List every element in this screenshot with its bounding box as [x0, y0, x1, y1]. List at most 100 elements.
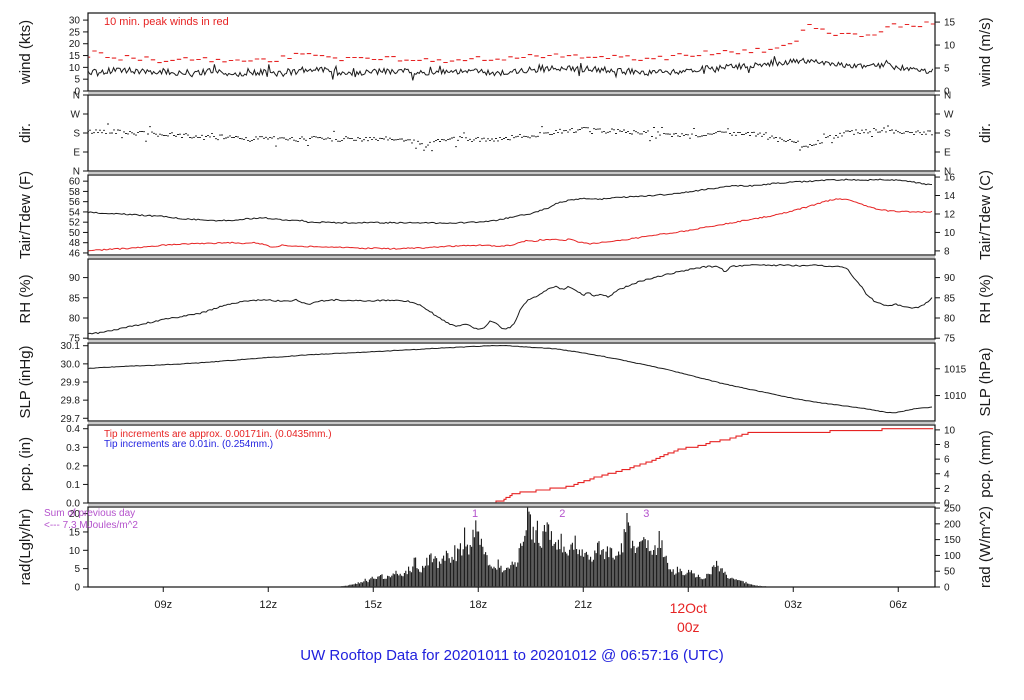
xtick-label: 15z [364, 599, 382, 611]
meteogram-chart: 051015202530051015wind (kts) wind (m/s)10… [17, 12, 994, 635]
axis-label-left: SLP (inHg) [17, 345, 34, 418]
panel-rad: 05101520050100150200250rad(Lgly/hr) rad (… [17, 504, 994, 594]
axis-label-left: rad(Lgly/hr) [17, 509, 34, 586]
ytick-right: 75 [944, 334, 956, 345]
uw-rooftop-meteogram: 0 5 10 15 20 25 30 0 5 10 15 wind (kts) wind (m/s) 10… [0, 0, 1024, 700]
ytick-right: 4 [944, 469, 950, 480]
chart-title: UW Rooftop Data for 20201011 to 20201012… [300, 647, 724, 664]
annotation: Tip increments are 0.01in. (0.254mm.) [104, 439, 273, 450]
ytick-right: 8 [944, 440, 950, 451]
axis-label-left: pcp. (in) [17, 437, 34, 491]
ytick-right: 200 [944, 519, 961, 530]
axis-label-right: RH (%) [977, 274, 994, 323]
x-axis: 09z 12z 15z 18z 21z 12Oct 00z 03z 06z [154, 587, 907, 635]
ytick-left: 29.9 [61, 378, 81, 389]
ytick-right: 15 [944, 18, 956, 29]
axis-label-right: dir. [977, 123, 994, 143]
ytick-right: 1010 [944, 391, 967, 402]
panel-rh: 7580859075808590RH (%) RH (%) [17, 258, 994, 345]
ytick-right: 10 [944, 425, 956, 436]
ytick-right: 5 [944, 64, 950, 75]
ytick-right: 85 [944, 293, 956, 304]
annotation: 2 [559, 508, 565, 520]
annotation: <--- 7.3 MJoules/m^2 [44, 520, 138, 531]
ytick-right: 80 [944, 313, 956, 324]
ytick-left: S [73, 129, 80, 140]
panel-frame [87, 258, 936, 340]
panel-frame [87, 94, 936, 172]
ytick-left: 5 [74, 564, 80, 575]
axis-label-right: rad (W/m^2) [977, 506, 994, 588]
ytick-right: 250 [944, 504, 961, 515]
xtick-label-date: 00z [677, 619, 700, 635]
axis-label-left: RH (%) [17, 274, 34, 323]
axis-label-right: SLP (hPa) [977, 348, 994, 417]
ytick-left: 0.1 [66, 480, 80, 491]
axis-label-left: wind (kts) [17, 20, 34, 85]
ytick-left: 58 [69, 187, 81, 198]
axis-label-right: Tair/Tdew (C) [977, 170, 994, 260]
ytick-left: 60 [69, 177, 81, 188]
annotation: 1 [472, 508, 478, 520]
ytick-left: 30.1 [61, 341, 81, 352]
ytick-right: 50 [944, 567, 956, 578]
xtick-label: 18z [469, 599, 487, 611]
ytick-left: 90 [69, 273, 81, 284]
panel-frame [87, 174, 936, 256]
ytick-right: W [944, 110, 954, 121]
xtick-label: 03z [784, 599, 802, 611]
ytick-right: 150 [944, 535, 961, 546]
ytick-left: 54 [69, 207, 81, 218]
ytick-left: N [73, 91, 80, 102]
xtick-label-date: 12Oct [670, 600, 707, 616]
annotation: Sum of previous day [44, 508, 135, 519]
ytick-right: 8 [944, 246, 950, 257]
ytick-right: 6 [944, 455, 950, 466]
annotation: 10 min. peak winds in red [104, 16, 229, 28]
ytick-left: 50 [69, 228, 81, 239]
ytick-left: 56 [69, 197, 81, 208]
ytick-right: N [944, 91, 951, 102]
ytick-left: 0.3 [66, 443, 80, 454]
xtick-label: 12z [259, 599, 277, 611]
ytick-left: 10 [69, 63, 81, 74]
ytick-left: 52 [69, 218, 81, 229]
panel-frame [87, 342, 936, 422]
ytick-right: 12 [944, 209, 956, 220]
ytick-left: 10 [69, 546, 81, 557]
ytick-right: 0 [944, 583, 950, 594]
axis-label-left: Tair/Tdew (F) [17, 171, 34, 259]
xtick-label: 06z [889, 599, 907, 611]
ytick-right: 10 [944, 228, 956, 239]
panel-temp: 4648505254565860 8 10 12 14 16 Tair/Tdew (F) Ta… [17, 170, 994, 260]
ytick-left: 46 [69, 248, 81, 259]
ytick-left: 0.4 [66, 424, 80, 435]
ytick-right: 10 [944, 41, 956, 52]
axis-label-right: pcp. (mm) [977, 430, 994, 498]
xtick-label: 09z [154, 599, 172, 611]
panel-wind: 051015202530051015wind (kts) wind (m/s)10… [17, 12, 994, 98]
panel-slp: 29.7 29.8 29.9 30.0 30.1 1010 1015 SLP (inHg) SL… [17, 341, 994, 425]
ytick-left: E [73, 148, 80, 159]
ytick-left: 20 [69, 39, 81, 50]
ytick-right: 90 [944, 273, 956, 284]
ytick-right: 1015 [944, 364, 967, 375]
panel-dir: NESWNNESWNdir. dir. [17, 91, 994, 178]
panel-pcp: 0.00.10.20.30.40246810pcp. (in) pcp. (mm)… [17, 424, 994, 509]
axis-label-left: dir. [17, 123, 34, 143]
ytick-right: 14 [944, 191, 956, 202]
panel-frame [87, 506, 936, 588]
ytick-right: 16 [944, 173, 956, 184]
axis-label-right: wind (m/s) [977, 17, 994, 87]
ytick-left: 5 [74, 75, 80, 86]
ytick-left: 30.0 [61, 359, 81, 370]
ytick-left: 85 [69, 293, 81, 304]
ytick-left: 48 [69, 238, 81, 249]
ytick-right: 100 [944, 551, 961, 562]
ytick-left: 25 [69, 27, 81, 38]
xtick-label: 21z [574, 599, 592, 611]
ytick-left: 0 [74, 583, 80, 594]
ytick-left: 0.2 [66, 461, 80, 472]
ytick-left: 80 [69, 313, 81, 324]
ytick-right: E [944, 148, 951, 159]
